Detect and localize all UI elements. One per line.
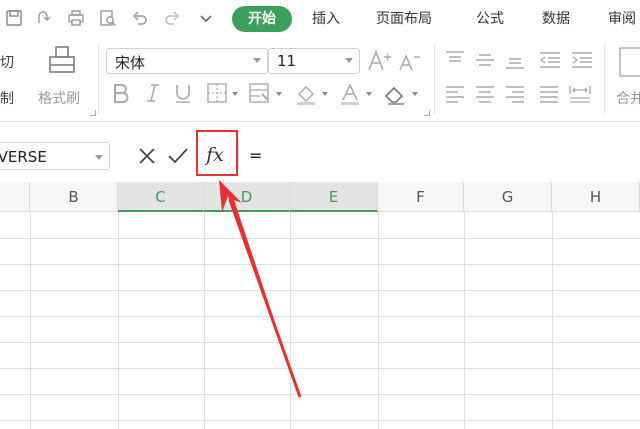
- increase-font-size-icon[interactable]: [366, 48, 392, 74]
- cancel-formula-icon[interactable]: [136, 145, 158, 167]
- clear-format-icon[interactable]: [382, 82, 408, 106]
- chevron-down-icon[interactable]: [366, 92, 372, 96]
- chevron-down-icon[interactable]: [232, 92, 238, 96]
- tab-page-layout[interactable]: 页面布局: [376, 8, 432, 30]
- decrease-font-size-icon[interactable]: [396, 48, 422, 74]
- tab-data[interactable]: 数据: [542, 8, 570, 30]
- font-group-launcher-icon[interactable]: [424, 110, 430, 116]
- copy-button[interactable]: 复制: [0, 88, 14, 108]
- print-icon[interactable]: [66, 8, 86, 28]
- cell-style-icon[interactable]: [248, 82, 272, 104]
- group-separator: [98, 44, 99, 114]
- tab-review[interactable]: 审阅: [608, 8, 636, 30]
- column-headers: B C D E F G H: [0, 182, 640, 212]
- save-icon[interactable]: [4, 8, 24, 28]
- borders-icon[interactable]: [206, 82, 228, 104]
- font-size-value: 11: [277, 52, 297, 70]
- ribbon: 剪切 复制 格式刷 宋体 11: [0, 36, 640, 122]
- customize-dropdown-icon[interactable]: [196, 8, 216, 28]
- align-bottom-icon[interactable]: [504, 50, 526, 70]
- font-name-value: 宋体: [115, 54, 146, 72]
- chevron-down-icon[interactable]: [322, 92, 328, 96]
- font-name-select[interactable]: 宋体: [106, 48, 268, 74]
- cut-button[interactable]: 剪切: [0, 52, 14, 72]
- clipboard-group-launcher-icon[interactable]: [90, 110, 96, 116]
- align-right-icon[interactable]: [504, 84, 526, 104]
- name-box-value: INVERSE: [0, 148, 47, 166]
- formula-input[interactable]: =: [238, 142, 640, 170]
- column-header-c[interactable]: C: [118, 182, 204, 212]
- column-header-d[interactable]: D: [204, 182, 290, 212]
- formula-bar: INVERSE fx =: [0, 138, 640, 174]
- share-icon[interactable]: [34, 8, 54, 28]
- align-center-icon[interactable]: [474, 84, 496, 104]
- group-separator: [434, 44, 435, 114]
- chevron-down-icon[interactable]: [276, 92, 282, 96]
- font-color-icon[interactable]: [338, 82, 362, 106]
- formula-value: =: [249, 146, 263, 165]
- chevron-down-icon: [253, 58, 261, 63]
- align-middle-icon[interactable]: [474, 50, 496, 70]
- chevron-down-icon[interactable]: [412, 92, 418, 96]
- tab-formulas[interactable]: 公式: [476, 8, 504, 30]
- redo-icon[interactable]: [162, 8, 182, 28]
- distributed-align-icon[interactable]: [568, 84, 592, 104]
- group-separator: [604, 44, 605, 114]
- column-header-g[interactable]: G: [464, 182, 552, 212]
- tab-insert[interactable]: 插入: [312, 8, 340, 30]
- menu-bar: 开始 插入 页面布局 公式 数据 审阅: [0, 0, 640, 36]
- column-header-e[interactable]: E: [290, 182, 378, 212]
- fx-highlight-box: [196, 130, 238, 176]
- undo-icon[interactable]: [130, 8, 150, 28]
- column-header-f[interactable]: F: [378, 182, 464, 212]
- align-top-icon[interactable]: [444, 50, 466, 70]
- fill-color-icon[interactable]: [294, 82, 318, 106]
- decrease-indent-icon[interactable]: [538, 50, 562, 70]
- font-size-select[interactable]: 11: [268, 48, 360, 74]
- column-header-b[interactable]: B: [30, 182, 118, 212]
- justify-icon[interactable]: [538, 84, 560, 104]
- confirm-formula-icon[interactable]: [166, 145, 190, 167]
- chevron-down-icon: [95, 155, 103, 160]
- cell-grid[interactable]: [0, 212, 640, 429]
- name-box[interactable]: INVERSE: [0, 142, 110, 170]
- chevron-down-icon: [345, 58, 353, 63]
- print-preview-icon[interactable]: [98, 8, 118, 28]
- merge-cells-label[interactable]: 合并: [616, 88, 640, 108]
- bold-icon[interactable]: [110, 82, 132, 104]
- increase-indent-icon[interactable]: [570, 50, 594, 70]
- merge-cells-icon[interactable]: [618, 46, 640, 80]
- column-header-partial[interactable]: [0, 182, 30, 212]
- tab-start[interactable]: 开始: [232, 6, 292, 32]
- align-left-icon[interactable]: [444, 84, 466, 104]
- column-header-h[interactable]: H: [552, 182, 640, 212]
- format-painter-label[interactable]: 格式刷: [38, 88, 80, 108]
- underline-icon[interactable]: [172, 82, 194, 104]
- italic-icon[interactable]: [142, 82, 164, 104]
- format-painter-icon[interactable]: [46, 44, 80, 76]
